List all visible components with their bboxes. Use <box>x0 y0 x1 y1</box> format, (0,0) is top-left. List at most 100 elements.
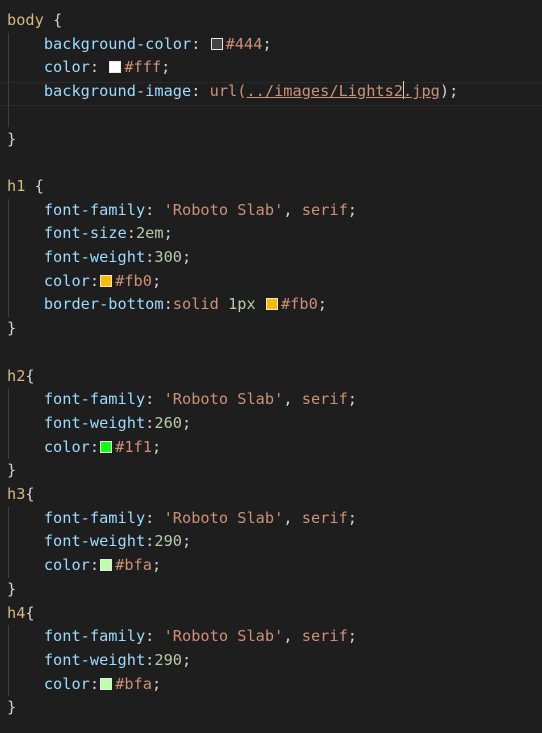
code-line[interactable]: font-family: 'Roboto Slab', serif; <box>7 507 357 531</box>
code-line[interactable]: font-family: 'Roboto Slab', serif; <box>7 388 357 412</box>
code-token: : <box>89 674 100 693</box>
code-token: 1px <box>228 295 256 314</box>
code-token: ; <box>347 200 358 219</box>
code-line[interactable]: body { <box>7 9 62 33</box>
code-line[interactable]: font-weight:300; <box>7 246 191 270</box>
color-swatch[interactable] <box>100 440 113 453</box>
code-token: font-weight <box>43 248 146 266</box>
code-line[interactable]: background-image: url(../images/Lights2.… <box>7 80 458 104</box>
code-line[interactable]: font-weight:290; <box>7 530 191 554</box>
code-line[interactable]: color: #fb0; <box>7 270 161 294</box>
code-line[interactable]: } <box>7 696 16 720</box>
code-token: serif <box>301 627 348 646</box>
code-token: 300 <box>154 248 183 266</box>
color-swatch[interactable] <box>100 274 113 287</box>
code-token: #fb0 <box>280 295 318 314</box>
code-token: , <box>283 390 302 409</box>
code-token: ; <box>163 224 173 243</box>
code-line[interactable]: color: #bfa; <box>7 673 161 697</box>
code-token: ; <box>182 413 192 432</box>
code-token: , <box>283 627 302 646</box>
code-line[interactable]: font-family: 'Roboto Slab', serif; <box>7 199 357 223</box>
color-swatch[interactable] <box>109 61 122 74</box>
code-token: } <box>7 319 17 338</box>
code-token: color <box>43 271 90 290</box>
code-token: font-family <box>43 200 146 219</box>
code-editor[interactable]: body { background-color: #444; color: #f… <box>0 0 542 733</box>
code-line[interactable]: } <box>7 459 16 483</box>
code-line[interactable]: } <box>7 317 16 341</box>
code-token: #bfa <box>115 556 152 575</box>
code-token: 290 <box>154 650 183 669</box>
code-token: h4 <box>7 603 26 622</box>
code-token: ; <box>151 271 162 290</box>
code-token: ; <box>151 437 162 456</box>
code-token: serif <box>301 508 348 527</box>
code-line[interactable]: font-family: 'Roboto Slab', serif; <box>7 625 357 649</box>
code-line[interactable]: h3{ <box>7 483 35 507</box>
code-token: ; <box>262 34 272 53</box>
code-token: : <box>145 508 164 527</box>
code-token: serif <box>301 200 348 219</box>
color-swatch[interactable] <box>210 37 223 50</box>
code-token: : <box>126 224 136 243</box>
code-token: color <box>43 674 90 693</box>
color-swatch[interactable] <box>100 677 113 690</box>
code-line[interactable]: font-size:2em; <box>7 222 173 246</box>
code-line[interactable]: color: #fff; <box>7 56 171 80</box>
code-token: 'Roboto Slab' <box>163 390 284 409</box>
code-token: : <box>145 650 155 669</box>
code-token: : <box>145 627 164 646</box>
code-token: ; <box>317 295 327 314</box>
code-token: font-size <box>43 224 127 243</box>
code-line[interactable]: } <box>7 128 16 152</box>
code-token: font-weight <box>43 650 146 669</box>
code-line[interactable]: color: #bfa; <box>7 554 161 578</box>
code-token: ; <box>151 674 162 693</box>
code-line[interactable]: h4{ <box>7 602 35 626</box>
color-swatch[interactable] <box>265 298 278 311</box>
code-line[interactable]: color: #1f1; <box>7 436 161 460</box>
code-token: ; <box>182 532 192 551</box>
code-token: font-weight <box>43 413 146 432</box>
code-token: ../images/Lights2 <box>246 82 404 101</box>
code-token: h3 <box>7 485 26 503</box>
code-line[interactable]: background-color: #444; <box>7 33 272 57</box>
code-token: : <box>145 248 155 266</box>
code-token: #1f1 <box>115 437 152 456</box>
code-token: #fff <box>124 58 162 77</box>
code-token: h1 <box>7 176 26 195</box>
code-line[interactable]: font-weight:260; <box>7 412 191 436</box>
code-line[interactable]: border-bottom:solid 1px #fb0; <box>7 293 327 317</box>
code-line[interactable]: h1 { <box>7 175 44 199</box>
code-token: : <box>191 82 210 101</box>
code-token: ; <box>182 248 192 266</box>
code-line[interactable]: } <box>7 578 16 602</box>
code-token: { <box>25 485 35 503</box>
code-line[interactable]: font-weight:290; <box>7 649 191 673</box>
code-token: background-image <box>43 82 192 101</box>
color-swatch[interactable] <box>100 559 113 572</box>
code-token: #bfa <box>115 674 152 693</box>
code-token: ; <box>151 556 162 575</box>
code-token: : <box>145 390 164 409</box>
code-line[interactable]: h2{ <box>7 365 35 389</box>
code-token: border-bottom <box>43 295 164 314</box>
code-token: color <box>43 437 90 456</box>
code-token: #444 <box>225 34 263 53</box>
